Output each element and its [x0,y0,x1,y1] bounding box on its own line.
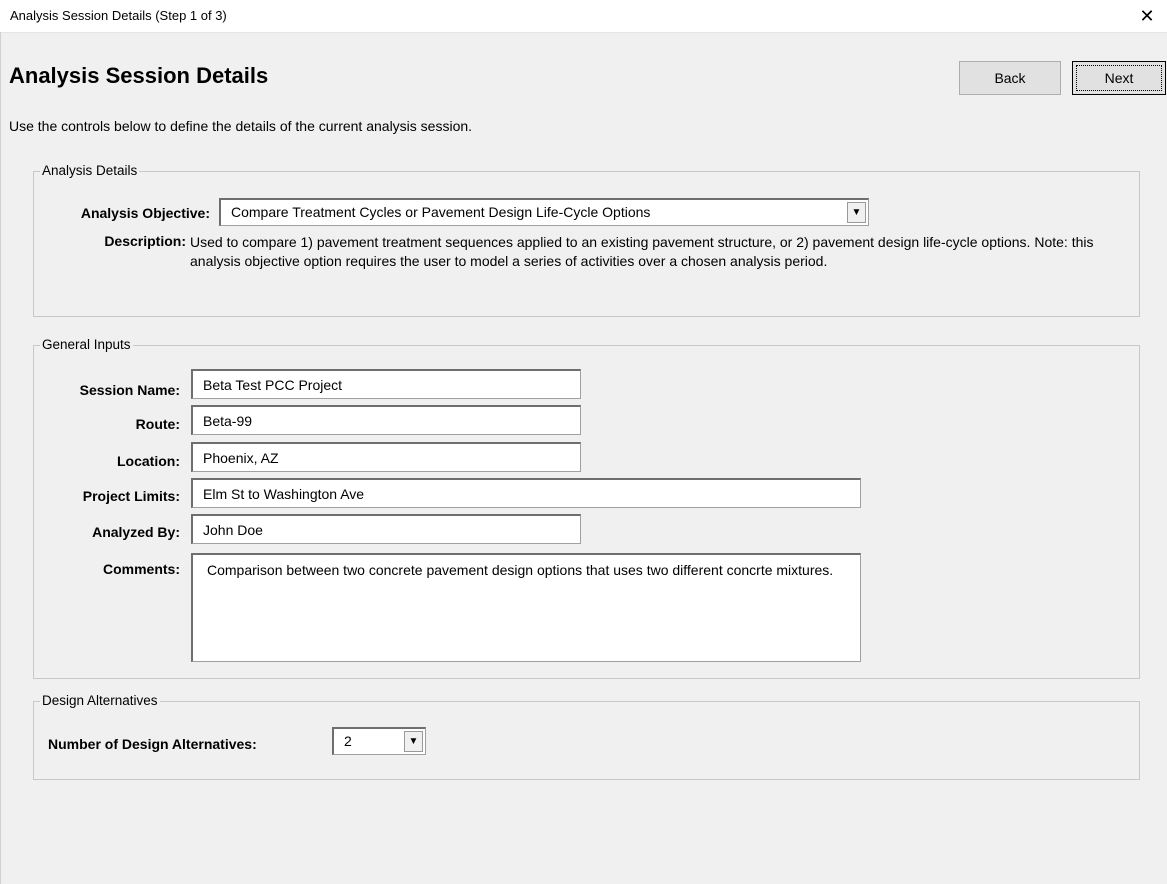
session-name-field[interactable]: Beta Test PCC Project [191,369,581,399]
general-inputs-legend: General Inputs [40,337,133,352]
chevron-down-icon[interactable]: ▼ [404,731,423,752]
next-button-label: Next [1104,70,1134,86]
next-button[interactable]: Next [1072,61,1166,95]
window-title: Analysis Session Details (Step 1 of 3) [10,8,227,23]
close-icon[interactable]: ✕ [1127,0,1167,32]
session-name-label: Session Name: [79,382,180,398]
chevron-down-icon[interactable]: ▼ [847,202,866,223]
page-title: Analysis Session Details [9,63,269,88]
analysis-details-legend: Analysis Details [40,163,140,178]
description-label: Description: [104,233,186,249]
description-text: Used to compare 1) pavement treatment se… [190,234,1094,269]
back-button-label: Back [994,70,1026,86]
project-limits-label: Project Limits: [82,488,180,504]
window-border [0,32,1,884]
analysis-objective-value: Compare Treatment Cycles or Pavement Des… [231,204,651,220]
analysis-objective-label: Analysis Objective: [80,205,210,221]
title-bar: Analysis Session Details (Step 1 of 3) ✕ [0,0,1167,33]
analysis-objective-select[interactable]: Compare Treatment Cycles or Pavement Des… [219,198,869,226]
location-label: Location: [117,453,180,469]
back-button[interactable]: Back [959,61,1061,95]
location-field[interactable]: Phoenix, AZ [191,442,581,472]
analyzed-by-field[interactable]: John Doe [191,514,581,544]
design-alternatives-count-label: Number of Design Alternatives: [48,736,257,752]
comments-label: Comments: [102,561,180,577]
design-alternatives-count-value: 2 [344,733,352,749]
intro-text: Use the controls below to define the det… [9,118,473,134]
design-alternatives-count-select[interactable]: 2 ▼ [332,727,426,755]
comments-textarea[interactable]: Comparison between two concrete pavement… [191,553,861,662]
route-label: Route: [135,416,180,432]
analyzed-by-label: Analyzed By: [92,524,180,540]
design-alternatives-legend: Design Alternatives [40,693,160,708]
project-limits-field[interactable]: Elm St to Washington Ave [191,478,861,508]
route-field[interactable]: Beta-99 [191,405,581,435]
